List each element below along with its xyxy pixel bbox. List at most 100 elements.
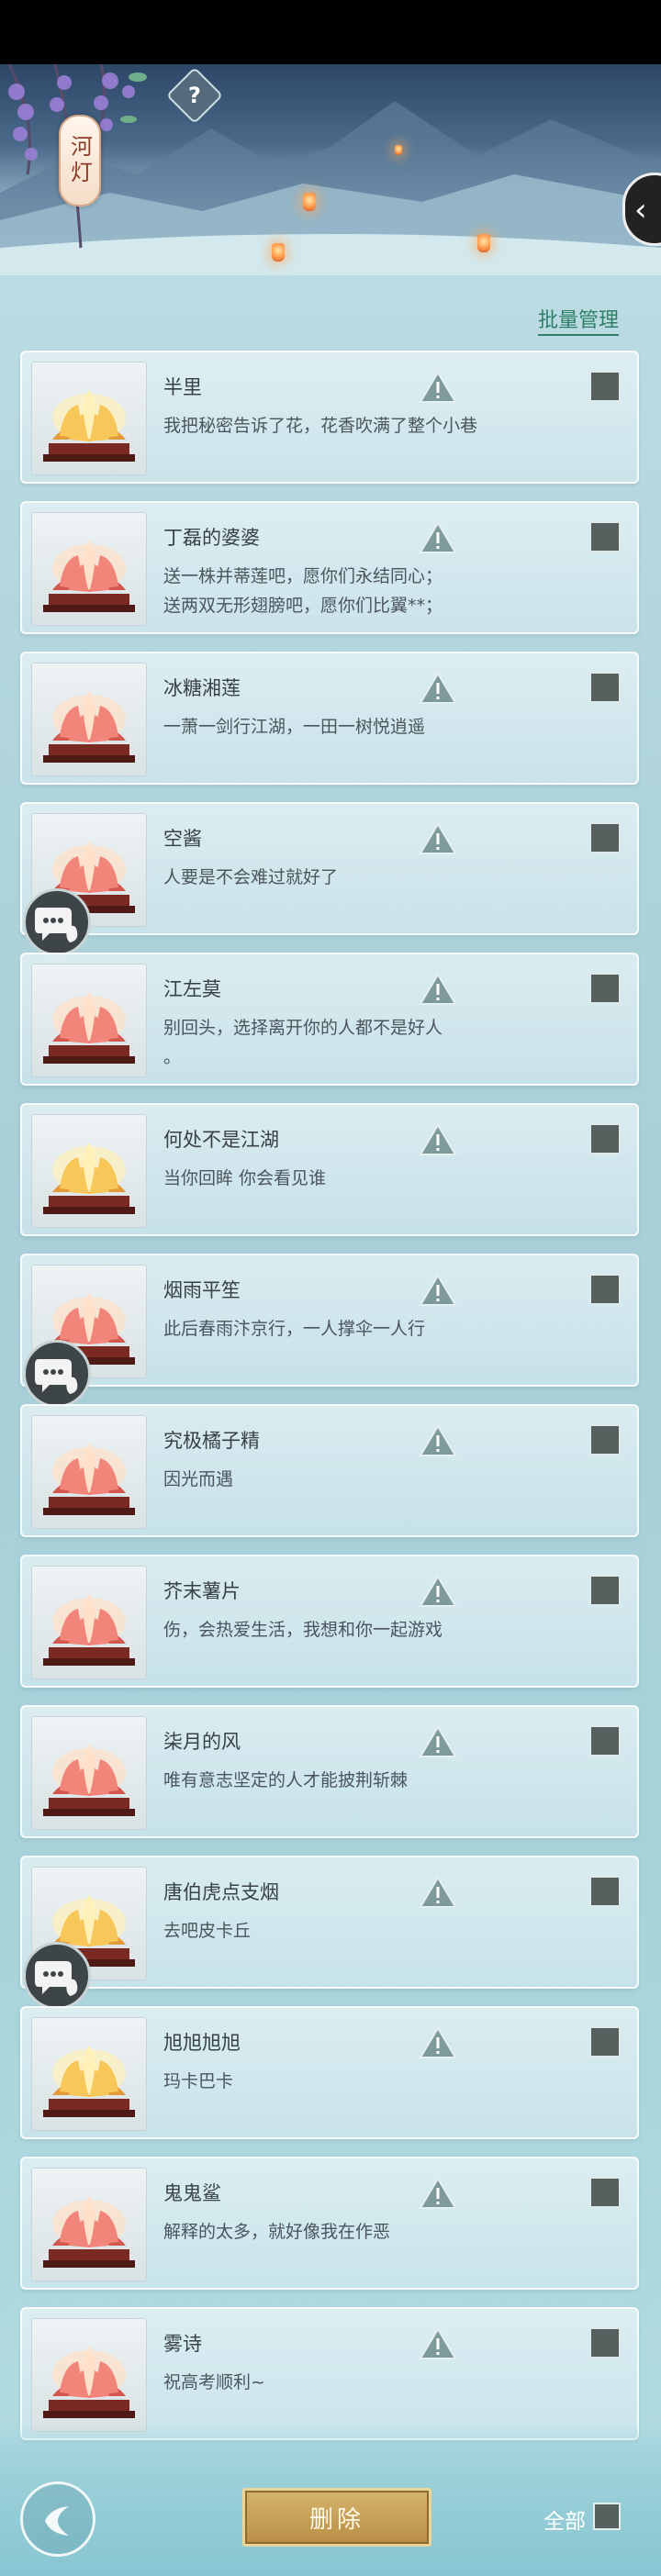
select-checkbox[interactable] [589,1123,621,1154]
report-warning-icon[interactable] [419,1876,457,1909]
select-all-label: 全部 [543,2510,586,2534]
lantern-card[interactable]: 鬼鬼鲨 解释的太多，就好像我在作恶 [20,2157,639,2290]
lantern-card[interactable]: 江左莫 别回头，选择离开你的人都不是好人 。 [20,953,639,1086]
lantern-message: 我把秘密告诉了花，花香吹满了整个小巷 [163,416,478,436]
report-warning-icon[interactable] [419,672,457,705]
lantern-thumbnail [31,663,147,776]
lotus-lantern-icon [43,1143,135,1214]
lotus-lantern-icon [43,390,135,462]
lantern-card[interactable]: 芥末薯片 伤，会热爱生活，我想和你一起游戏 [20,1555,639,1688]
select-checkbox[interactable] [589,1725,621,1756]
lantern-message: 此后春雨汴京行，一人撑伞一人行 [163,1319,426,1339]
lotus-lantern-icon [43,1745,135,1816]
lantern-card[interactable]: 半里 我把秘密告诉了花，花香吹满了整个小巷 [20,351,639,484]
sender-name: 柒月的风 [163,1731,241,1753]
sender-name: 究极橘子精 [163,1430,260,1452]
report-warning-icon[interactable] [419,973,457,1006]
report-warning-icon[interactable] [419,371,457,404]
lantern-thumbnail [31,512,147,626]
select-checkbox[interactable] [589,1274,621,1305]
lantern-message: 去吧皮卡丘 [163,1921,252,1941]
sender-name: 空酱 [163,828,202,850]
lantern-message: 一萧一剑行江湖，一田一树悦逍遥 [163,717,426,737]
lantern-thumbnail [31,1716,147,1830]
lantern-thumbnail [31,2168,147,2281]
lotus-lantern-icon [43,1444,135,1515]
back-arrow-icon [45,2506,69,2536]
select-checkbox[interactable] [589,521,621,552]
select-checkbox[interactable] [589,2026,621,2057]
lantern-card[interactable]: 雾诗 祝高考顺利~ [20,2307,639,2440]
sender-name: 何处不是江湖 [163,1129,279,1151]
lantern-thumbnail [31,2318,147,2432]
lantern-list: 半里 我把秘密告诉了花，花香吹满了整个小巷 丁磊的婆婆 送一株并蒂莲吧，愿你们永… [0,0,661,2576]
sender-name: 唐伯虎点支烟 [163,1881,279,1903]
report-warning-icon[interactable] [419,521,457,554]
select-all-checkbox[interactable] [593,2503,621,2530]
lantern-card[interactable]: 旭旭旭旭 玛卡巴卡 [20,2006,639,2139]
lotus-lantern-icon [43,2046,135,2117]
select-checkbox[interactable] [589,371,621,402]
report-warning-icon[interactable] [419,2026,457,2059]
lantern-card[interactable]: 何处不是江湖 当你回眸 你会看见谁 [20,1103,639,1236]
select-checkbox[interactable] [589,2327,621,2359]
select-checkbox[interactable] [589,672,621,703]
report-warning-icon[interactable] [419,1725,457,1758]
lotus-lantern-icon [43,541,135,612]
lotus-lantern-icon [43,691,135,763]
lantern-thumbnail [31,1415,147,1529]
report-warning-icon[interactable] [419,2327,457,2360]
select-checkbox[interactable] [589,973,621,1004]
lantern-thumbnail [31,1114,147,1228]
select-checkbox[interactable] [589,2177,621,2208]
lantern-thumbnail [31,362,147,475]
back-button[interactable] [20,2481,95,2557]
lantern-card[interactable]: 究极橘子精 因光而遇 [20,1404,639,1537]
sender-name: 丁磊的婆婆 [163,527,260,549]
select-checkbox[interactable] [589,1424,621,1455]
lantern-card[interactable]: 丁磊的婆婆 送一株并蒂莲吧，愿你们永结同心； 送两双无形翅膀吧，愿你们比翼**； [20,501,639,634]
delete-button[interactable]: 删除 [242,2488,431,2547]
lantern-message: 人要是不会难过就好了 [163,867,339,887]
lantern-message: 唯有意志坚定的人才能披荆斩棘 [163,1770,409,1790]
select-checkbox[interactable] [589,1575,621,1606]
report-warning-icon[interactable] [419,1575,457,1608]
lantern-card[interactable]: 烟雨平笙 此后春雨汴京行，一人撑伞一人行 [20,1254,639,1387]
sender-name: 旭旭旭旭 [163,2032,241,2054]
report-warning-icon[interactable] [419,822,457,855]
sender-name: 江左莫 [163,978,221,1000]
lantern-card[interactable]: 冰糖湘莲 一萧一剑行江湖，一田一树悦逍遥 [20,652,639,785]
lotus-lantern-icon [43,2347,135,2418]
lantern-thumbnail [31,2017,147,2131]
lantern-message: 玛卡巴卡 [163,2071,234,2091]
lantern-message: 解释的太多，就好像我在作恶 [163,2222,391,2242]
lantern-message: 祝高考顺利~ [163,2372,265,2392]
sender-name: 鬼鬼鲨 [163,2182,221,2204]
sender-name: 芥末薯片 [163,1580,241,1602]
sender-name: 半里 [163,376,202,398]
lantern-card[interactable]: 柒月的风 唯有意志坚定的人才能披荆斩棘 [20,1705,639,1838]
lotus-lantern-icon [43,1594,135,1666]
lantern-message: 伤，会热爱生活，我想和你一起游戏 [163,1620,443,1640]
lantern-card[interactable]: 空酱 人要是不会难过就好了 [20,802,639,935]
sender-name: 冰糖湘莲 [163,677,241,699]
lantern-card[interactable]: 唐伯虎点支烟 去吧皮卡丘 [20,1856,639,1989]
report-warning-icon[interactable] [419,2177,457,2210]
select-checkbox[interactable] [589,1876,621,1907]
lotus-lantern-icon [43,992,135,1064]
lantern-thumbnail [31,1566,147,1679]
chat-bubble-icon[interactable] [23,888,91,956]
lantern-message: 别回头，选择离开你的人都不是好人 。 [163,1018,443,1067]
sender-name: 烟雨平笙 [163,1279,241,1301]
chat-bubble-icon[interactable] [23,1340,91,1408]
lantern-message: 因光而遇 [163,1469,234,1489]
lantern-message: 送一株并蒂莲吧，愿你们永结同心； 送两双无形翅膀吧，愿你们比翼**； [163,566,443,616]
report-warning-icon[interactable] [419,1123,457,1156]
lotus-lantern-icon [43,2196,135,2268]
select-checkbox[interactable] [589,822,621,853]
report-warning-icon[interactable] [419,1424,457,1457]
lantern-message: 当你回眸 你会看见谁 [163,1168,327,1188]
sender-name: 雾诗 [163,2333,202,2355]
report-warning-icon[interactable] [419,1274,457,1307]
chat-bubble-icon[interactable] [23,1942,91,2010]
